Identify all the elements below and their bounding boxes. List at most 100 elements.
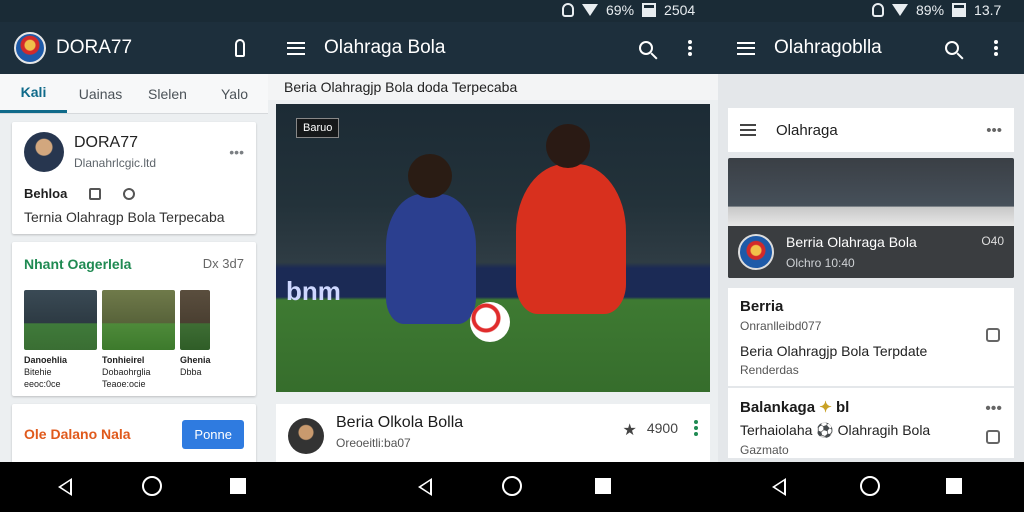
feature-subtitle: Olchro 10:40 [786,256,855,270]
post-title: Beria Olkola Bolla [336,414,464,431]
feature-card[interactable]: Berria Olahraga Bola Olchro 10:40 O40 [728,158,1014,278]
profile-label: Behloa [24,186,68,201]
clock: 2504 [664,2,696,18]
star-icon[interactable]: ★ [623,420,637,440]
home-icon[interactable] [142,476,162,496]
battery-percent: 89% [916,2,945,18]
hero-badge: Baruo [296,118,340,138]
section-title: Olahraga [776,121,838,139]
thumb-caption: Dobaohrglia [102,367,151,377]
share-icon[interactable] [986,328,1000,342]
screen-left: DORA77 Kali Uainas Slelen Yalo DORA77 Dl… [0,22,268,462]
item-title: Berria [740,298,784,315]
status-bar: 69% 2504 89% 13.7 [0,0,1024,22]
app-logo [14,32,46,64]
recents-icon[interactable] [230,478,246,494]
tab-uainas[interactable]: Uainas [67,74,134,113]
app-bar: Olahragoblla [718,22,1024,74]
search-icon[interactable] [632,34,660,62]
item-body: Beria Olahragjp Bola Terpdate [740,343,928,359]
item-footer: Renderdas [740,363,799,377]
thumb-caption: Ghenia [180,355,211,365]
profile-subtitle: Dlanahrlcgic.ltd [74,156,157,170]
profile-text: Ternia Olahragp Bola Terpecaba [24,209,225,225]
news-thumb[interactable]: Ghenia Dbba [180,290,211,390]
wifi-icon [582,4,598,16]
feature-number: O40 [981,234,1004,248]
system-nav-bar [0,462,1024,512]
menu-icon[interactable] [740,124,756,136]
section-header: Olahraga ••• [728,108,1014,152]
search-icon[interactable] [938,34,966,62]
alarm-icon [562,3,574,17]
back-icon[interactable] [418,478,432,496]
key-icon[interactable] [226,34,254,62]
item-title: Balankaga [740,399,816,416]
more-horiz-icon[interactable]: ••• [229,144,244,160]
thumb-caption: Tonhieirel [102,355,145,365]
battery-percent: 69% [606,2,635,18]
item-subtitle: Onranlleibd077 [740,319,822,333]
more-horiz-icon[interactable]: ••• [986,122,1002,139]
recents-icon[interactable] [946,478,962,494]
more-vert-icon[interactable] [982,34,1010,62]
status-group-right: 89% 13.7 [872,2,1001,18]
news-thumb[interactable]: Danoehlia Bitehie eeoc:0ce [24,290,97,390]
clock: 13.7 [974,2,1002,18]
news-thumb[interactable]: Tonhieirel Dobaohrglia Teaoe:ocie [102,290,175,390]
more-vert-icon[interactable] [694,426,698,430]
post-card[interactable]: Beria Olkola Bolla Oreoeitli:ba07 ★ 4900 [276,404,710,462]
screen-right: Olahragoblla Olahraga ••• Berria Olahrag… [718,22,1024,462]
thumb-caption: Teaoe:ocie [102,379,146,389]
status-group-left: 69% 2504 [562,2,695,18]
share-icon[interactable] [986,430,1000,444]
bottom-card: Ole Dalano Nala Ponne [12,404,256,462]
battery-icon [642,3,657,17]
bookmark-icon[interactable] [89,187,102,200]
ball-icon [470,302,510,342]
tab-yalo[interactable]: Yalo [201,74,268,113]
tab-kali[interactable]: Kali [0,74,67,113]
news-counter: Dx 3d7 [202,256,244,271]
wifi-icon [892,4,908,16]
player-red-figure [516,124,626,314]
avatar [288,418,324,454]
trophy-icon: ✦ [819,399,832,416]
app-bar: Olahraga Bola [268,22,718,74]
tab-slelen[interactable]: Slelen [134,74,201,113]
home-icon[interactable] [860,476,880,496]
bottom-card-label: Ole Dalano Nala [24,426,131,442]
alarm-icon [872,3,884,17]
profile-card[interactable]: DORA77 Dlanahrlcgic.ltd ••• Behloa Terni… [12,122,256,234]
feature-title: Berria Olahraga Bola [786,234,917,250]
info-icon[interactable] [123,187,136,200]
app-title: DORA77 [56,37,133,58]
ball-icon: ⚽ [816,422,834,438]
back-icon[interactable] [772,478,786,496]
more-vert-icon[interactable] [676,34,704,62]
post-count: 4900 [646,420,678,436]
avatar [24,132,64,172]
thumb-image [24,290,97,350]
hero-image[interactable]: bnm Baruo [276,104,710,392]
home-icon[interactable] [502,476,522,496]
list-item[interactable]: Balankaga ✦ bl ••• Terhaiolaha ⚽ Olahrag… [728,388,1014,458]
recents-icon[interactable] [595,478,611,494]
thumb-caption: Danoehlia [24,355,68,365]
tab-bar: Kali Uainas Slelen Yalo [0,74,268,114]
post-subtitle: Oreoeitli:ba07 [336,436,411,450]
more-horiz-icon[interactable]: ••• [985,400,1002,418]
primary-button[interactable]: Ponne [182,419,244,449]
item-footer: Gazmato [740,443,789,457]
player-blue-figure [386,154,476,324]
battery-icon [952,3,967,17]
thumb-image [102,290,175,350]
list-item[interactable]: Berria Onranlleibd077 Beria Olahragjp Bo… [728,288,1014,386]
team-logo [738,234,774,270]
app-title: Olahragoblla [774,37,882,58]
menu-icon[interactable] [282,34,310,62]
back-icon[interactable] [58,478,72,496]
app-bar: DORA77 [0,22,268,74]
menu-icon[interactable] [732,34,760,62]
item-title-suffix: bl [835,399,850,416]
